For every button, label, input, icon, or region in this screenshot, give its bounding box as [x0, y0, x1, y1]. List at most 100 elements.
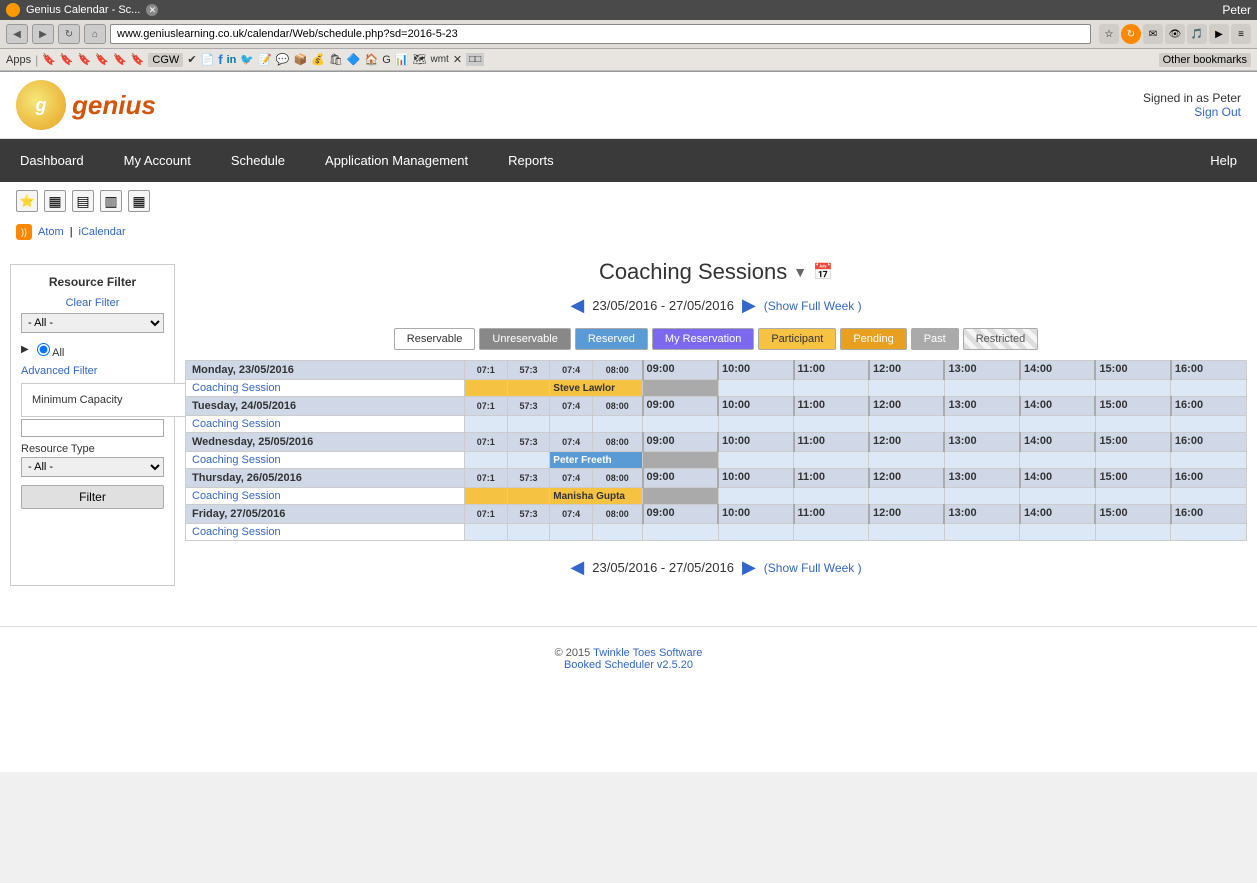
slot-m2[interactable]: [507, 380, 550, 397]
booked-scheduler-link[interactable]: Booked Scheduler v2.5.20: [564, 659, 693, 671]
slot-w10[interactable]: [1095, 452, 1170, 469]
slot-f12[interactable]: [1171, 524, 1247, 541]
advanced-filter-link[interactable]: Advanced Filter: [21, 365, 164, 377]
legend-restricted[interactable]: Restricted: [963, 328, 1039, 350]
slot-m5[interactable]: [718, 380, 793, 397]
view-icon-1[interactable]: ▦: [44, 190, 66, 212]
slot-f1[interactable]: [464, 524, 507, 541]
slot-t12[interactable]: [1171, 416, 1247, 433]
slot-f10[interactable]: [1020, 524, 1095, 541]
next-week-button[interactable]: ▶: [742, 295, 756, 316]
bookmark-p[interactable]: 💰: [311, 53, 325, 66]
nav-schedule[interactable]: Schedule: [211, 139, 305, 182]
show-full-week-link-top[interactable]: (Show Full Week ): [764, 299, 862, 313]
bookmark-f[interactable]: f: [218, 52, 222, 67]
view-icon-4[interactable]: ▦: [128, 190, 150, 212]
bookmark-star-icon[interactable]: ☆: [1099, 24, 1119, 44]
bookmark-c[interactable]: 🔷: [347, 53, 361, 66]
bookmark-g[interactable]: G: [382, 54, 391, 66]
slot-m1[interactable]: [464, 380, 507, 397]
bookmark-4[interactable]: 🔖: [95, 53, 109, 66]
slot-t6[interactable]: [718, 416, 793, 433]
slot-f3[interactable]: [550, 524, 593, 541]
slot-w11[interactable]: [1171, 452, 1247, 469]
slot-f9[interactable]: [944, 524, 1019, 541]
bookmark-1[interactable]: 🔖: [42, 53, 56, 66]
nav-my-account[interactable]: My Account: [104, 139, 211, 182]
bookmark-8[interactable]: 📄: [201, 53, 215, 66]
slot-m6[interactable]: [794, 380, 869, 397]
twinkle-toes-link[interactable]: Twinkle Toes Software: [593, 647, 702, 659]
legend-reserved[interactable]: Reserved: [575, 328, 648, 350]
back-button[interactable]: ◀: [6, 24, 28, 44]
bookmark-ga[interactable]: 📊: [395, 53, 409, 66]
slot-th-name[interactable]: Manisha Gupta: [550, 488, 643, 505]
slot-f2[interactable]: [507, 524, 550, 541]
coaching-session-thursday[interactable]: Coaching Session: [192, 490, 281, 502]
bookmark-5[interactable]: 🔖: [113, 53, 127, 66]
slot-w1[interactable]: [464, 452, 507, 469]
bookmark-x[interactable]: ✕: [453, 53, 462, 66]
forward-button[interactable]: ▶: [32, 24, 54, 44]
nav-app-management[interactable]: Application Management: [305, 139, 488, 182]
view-icon-2[interactable]: ▤: [72, 190, 94, 212]
prev-week-button[interactable]: ◀: [570, 295, 584, 316]
slot-t7[interactable]: [794, 416, 869, 433]
calendar-icon[interactable]: 📅: [813, 262, 833, 282]
close-icon[interactable]: ✕: [146, 4, 158, 16]
slot-m7[interactable]: [869, 380, 944, 397]
legend-my-reservation[interactable]: My Reservation: [652, 328, 754, 350]
bookmark-7[interactable]: ✔: [187, 53, 196, 66]
slot-f6[interactable]: [718, 524, 793, 541]
bookmark-b[interactable]: 📝: [258, 53, 272, 66]
bookmark-in[interactable]: in: [227, 54, 237, 66]
slot-t5[interactable]: [643, 416, 718, 433]
slot-m8[interactable]: [944, 380, 1019, 397]
nav-reports[interactable]: Reports: [488, 139, 574, 182]
slot-w2[interactable]: [507, 452, 550, 469]
bookmark-h[interactable]: 🏠: [365, 53, 379, 66]
slot-f5[interactable]: [643, 524, 718, 541]
legend-past[interactable]: Past: [911, 328, 959, 350]
cgw-bookmark[interactable]: CGW: [148, 53, 183, 67]
bookmark-3[interactable]: 🔖: [78, 53, 92, 66]
prev-week-button-bottom[interactable]: ◀: [570, 557, 584, 578]
address-bar[interactable]: [110, 24, 1091, 44]
coaching-session-friday[interactable]: Coaching Session: [192, 526, 281, 538]
slot-th9[interactable]: [1020, 488, 1095, 505]
filter-button[interactable]: Filter: [21, 485, 164, 509]
slot-f7[interactable]: [794, 524, 869, 541]
coaching-session-monday[interactable]: Coaching Session: [192, 382, 281, 394]
coaching-session-tuesday[interactable]: Coaching Session: [192, 418, 281, 430]
slot-t10[interactable]: [1020, 416, 1095, 433]
all-filter-select[interactable]: - All -: [21, 313, 164, 333]
slot-f8[interactable]: [869, 524, 944, 541]
slot-th5[interactable]: [718, 488, 793, 505]
slot-f4[interactable]: [592, 524, 642, 541]
refresh-icon[interactable]: ↻: [1121, 24, 1141, 44]
nav-dashboard[interactable]: Dashboard: [0, 139, 104, 182]
legend-reservable[interactable]: Reservable: [394, 328, 476, 350]
resource-type-select[interactable]: - All -: [21, 457, 164, 477]
slot-t8[interactable]: [869, 416, 944, 433]
atom-link[interactable]: Atom: [38, 226, 64, 238]
extension-icon-4[interactable]: ▶: [1209, 24, 1229, 44]
slot-th8[interactable]: [944, 488, 1019, 505]
bookmark-box[interactable]: □□: [466, 53, 484, 66]
slot-th2[interactable]: [507, 488, 550, 505]
slot-t1[interactable]: [464, 416, 507, 433]
slot-m9[interactable]: [1020, 380, 1095, 397]
icalendar-link[interactable]: iCalendar: [79, 226, 126, 238]
slot-f11[interactable]: [1095, 524, 1170, 541]
other-bookmarks[interactable]: Other bookmarks: [1159, 53, 1251, 67]
slot-th11[interactable]: [1171, 488, 1247, 505]
slot-th-gray[interactable]: [643, 488, 718, 505]
bookmark-6[interactable]: 🔖: [131, 53, 145, 66]
filter-icon[interactable]: ▼: [793, 264, 807, 280]
slot-th1[interactable]: [464, 488, 507, 505]
extension-icon-2[interactable]: 👁: [1165, 24, 1185, 44]
reload-button[interactable]: ↻: [58, 24, 80, 44]
legend-pending[interactable]: Pending: [840, 328, 906, 350]
slot-w5[interactable]: [718, 452, 793, 469]
slot-t11[interactable]: [1095, 416, 1170, 433]
